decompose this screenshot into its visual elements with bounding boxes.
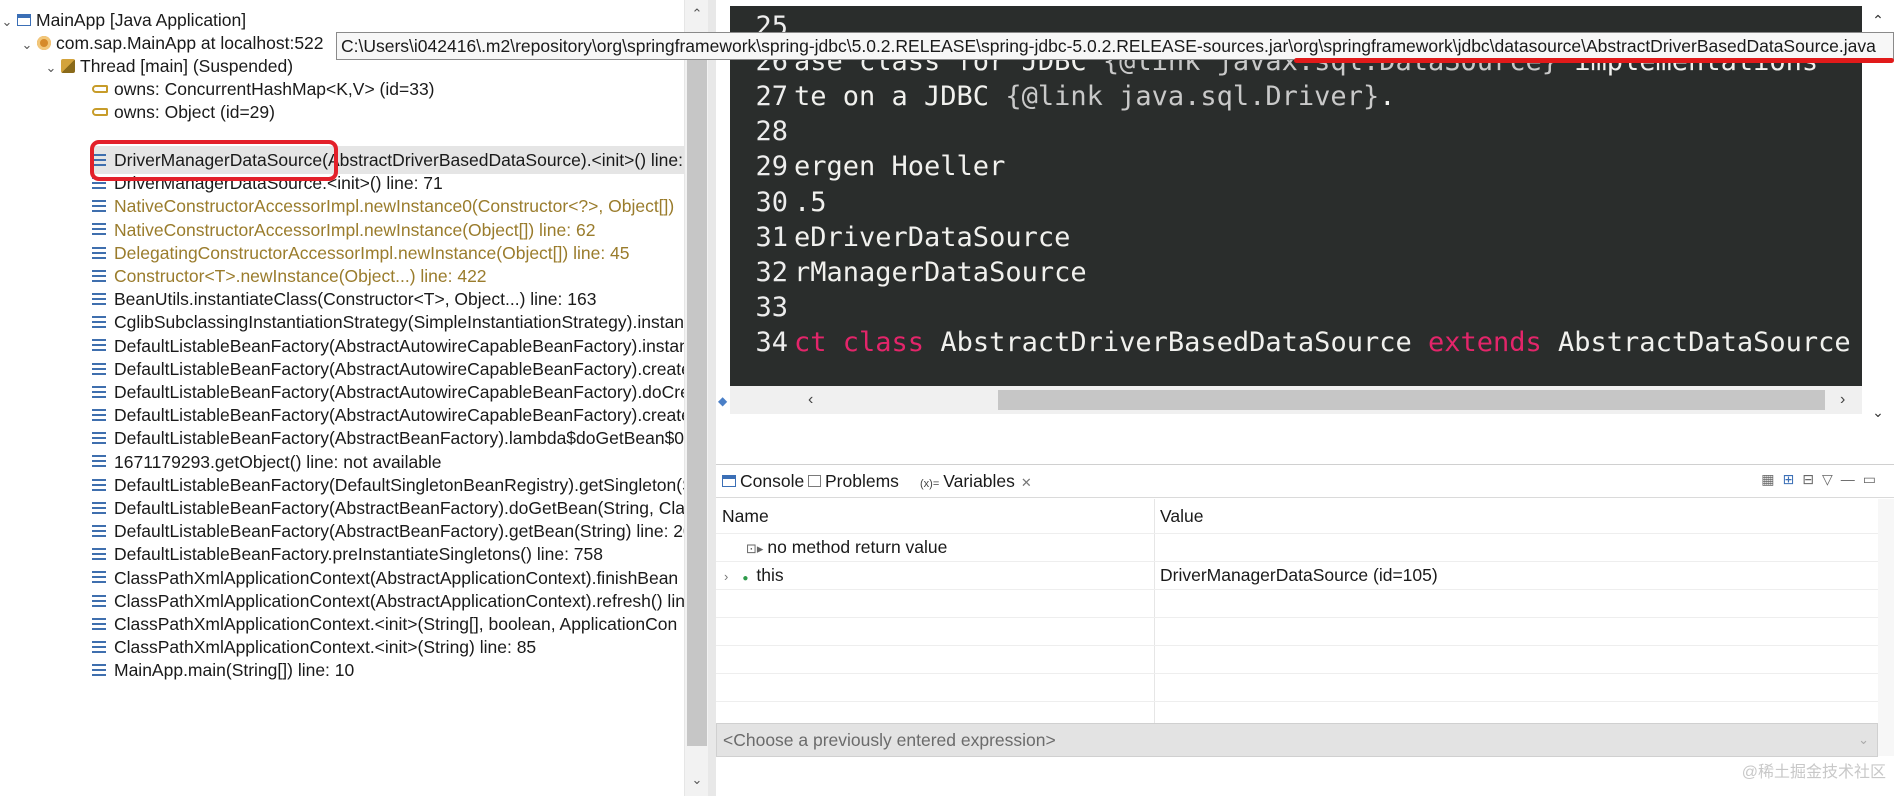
- source-editor[interactable]: 2526ase class for JDBC {@link javax.sql.…: [716, 0, 1894, 466]
- editor-horizontal-scrollbar[interactable]: ‹ ›: [730, 386, 1862, 414]
- file-path-tooltip: C:\Users\i042416\.m2\repository\org\spri…: [336, 32, 1894, 60]
- editor-vertical-scrollbar[interactable]: ⌃ ⌄: [1862, 6, 1894, 420]
- row-divider: [716, 617, 1878, 618]
- code-token: AbstractDataSource {: [1558, 326, 1862, 358]
- code-token: AbstractDriverBasedDataSource: [940, 326, 1428, 358]
- variable-value: [1154, 533, 1160, 561]
- maximize-icon[interactable]: ▭: [1863, 471, 1884, 487]
- stack-frame-icon: [92, 664, 106, 677]
- expression-input[interactable]: <Choose a previously entered expression>…: [716, 723, 1878, 757]
- tree-item-monitor[interactable]: owns: Object (id=29): [92, 98, 275, 126]
- variable-value: DriverManagerDataSource (id=105): [1160, 565, 1438, 585]
- code-token: rManagerDataSource: [794, 256, 1087, 288]
- lock-icon: [92, 84, 108, 93]
- stack-frame-icon: [92, 200, 106, 213]
- row-divider: [716, 645, 1878, 646]
- stack-frame-icon: [92, 617, 106, 630]
- stack-frame-icon: [92, 594, 106, 607]
- stack-frame-icon: [92, 548, 106, 561]
- scrollbar-thumb[interactable]: [687, 34, 707, 746]
- scroll-up-icon[interactable]: ⌃: [1862, 12, 1894, 29]
- stack-frame-icon: [92, 432, 106, 445]
- problems-icon: [808, 474, 821, 487]
- variables-table: Name Value ⊡▸ no method return value › ● th…: [716, 499, 1878, 756]
- lock-icon: [92, 107, 108, 116]
- variables-icon: (x)=: [920, 478, 940, 490]
- stack-frame-icon: [92, 385, 106, 398]
- view-tab-bar: Console Problems (x)= Variables ✕ ▦⊞⊟▽—▭: [716, 465, 1894, 498]
- watermark: @稀土掘金技术社区: [1741, 764, 1886, 781]
- stack-frame-icon: [92, 269, 106, 282]
- line-number: 34: [755, 326, 788, 358]
- debug-view: ⌄ MainApp [Java Application] ⌄ com.sap.Mai…: [0, 0, 684, 796]
- show-logical-structure-icon[interactable]: ⊞: [1783, 471, 1803, 487]
- scrollbar-thumb[interactable]: [998, 390, 1825, 410]
- stack-frame-icon: [92, 246, 106, 259]
- code-token: {@link java.sql.Driver}: [1005, 81, 1380, 113]
- debug-target-icon: [37, 36, 51, 51]
- scroll-right-icon[interactable]: ›: [1840, 386, 1845, 414]
- debug-view-scrollbar[interactable]: ⌃ ⌄: [684, 0, 709, 796]
- stack-frame-icon: [92, 409, 106, 422]
- chevron-down-icon[interactable]: ⌄: [1858, 724, 1869, 756]
- highlight-annotation: [90, 140, 338, 181]
- code-token: .: [1379, 81, 1396, 113]
- view-menu-icon[interactable]: ▽: [1822, 471, 1841, 487]
- return-value-icon: ⊡▸: [746, 541, 764, 556]
- override-marker-icon: ◆: [718, 394, 728, 408]
- scroll-up-icon[interactable]: ⌃: [685, 6, 709, 22]
- stack-frame-icon: [92, 478, 106, 491]
- code-line[interactable]: 34 ct class AbstractDriverBasedDataSource…: [730, 322, 1862, 364]
- stack-frame[interactable]: MainApp.main(String[]) line: 10: [92, 656, 684, 684]
- thread-suspended-icon: [61, 59, 75, 74]
- stack-frame-icon: [92, 223, 106, 236]
- variables-scrollbar[interactable]: [1878, 499, 1894, 756]
- scroll-left-icon[interactable]: ‹: [808, 386, 813, 414]
- stack-frame-icon: [92, 316, 106, 329]
- minimize-icon[interactable]: —: [1841, 471, 1863, 487]
- show-type-names-icon[interactable]: ▦: [1761, 471, 1782, 487]
- console-icon: [722, 474, 736, 487]
- column-header-name[interactable]: Name: [716, 499, 769, 533]
- view-toolbar: ▦⊞⊟▽—▭: [1761, 471, 1884, 488]
- variable-row[interactable]: › ● this: [724, 561, 784, 589]
- field-icon: ●: [742, 573, 749, 584]
- chevron-down-icon[interactable]: ⌄: [20, 31, 34, 59]
- code-token: ct class: [794, 326, 941, 358]
- tab-problems[interactable]: Problems: [808, 465, 899, 497]
- stack-frame-icon: [92, 525, 106, 538]
- tab-console[interactable]: Console: [716, 465, 804, 497]
- stack-frame-icon: [92, 641, 106, 654]
- scroll-down-icon[interactable]: ⌄: [1862, 404, 1894, 421]
- chevron-down-icon[interactable]: ⌄: [0, 8, 14, 36]
- tab-variables[interactable]: (x)= Variables ✕: [912, 465, 1032, 497]
- stack-frame-icon: [92, 455, 106, 468]
- java-app-icon: [17, 14, 31, 27]
- stack-frame-icon: [92, 571, 106, 584]
- row-divider: [716, 701, 1878, 702]
- code-token: te on a JDBC: [794, 81, 1006, 113]
- variables-view: Console Problems (x)= Variables ✕ ▦⊞⊟▽—▭ N…: [716, 464, 1894, 797]
- stack-frame-icon: [92, 362, 106, 375]
- row-divider: [716, 589, 1878, 590]
- row-divider: [716, 673, 1878, 674]
- scroll-down-icon[interactable]: ⌄: [685, 772, 709, 788]
- path-underline-annotation: [1294, 58, 1894, 63]
- stack-frame-icon: [92, 293, 106, 306]
- pane-splitter[interactable]: [708, 0, 716, 796]
- chevron-down-icon[interactable]: ⌄: [44, 54, 58, 82]
- column-header-value[interactable]: Value: [1154, 499, 1203, 533]
- code-area[interactable]: 2526ase class for JDBC {@link javax.sql.…: [730, 6, 1862, 386]
- code-token: extends: [1427, 326, 1559, 358]
- chevron-right-icon[interactable]: ›: [724, 569, 728, 584]
- stack-frame-icon: [92, 339, 106, 352]
- collapse-all-icon[interactable]: ⊟: [1802, 471, 1822, 487]
- code-line[interactable]: 27 te on a JDBC {@link java.sql.Driver}.: [730, 76, 1395, 118]
- close-icon[interactable]: ✕: [1021, 475, 1032, 490]
- variable-row[interactable]: ⊡▸ no method return value: [746, 533, 947, 561]
- stack-frame-icon: [92, 501, 106, 514]
